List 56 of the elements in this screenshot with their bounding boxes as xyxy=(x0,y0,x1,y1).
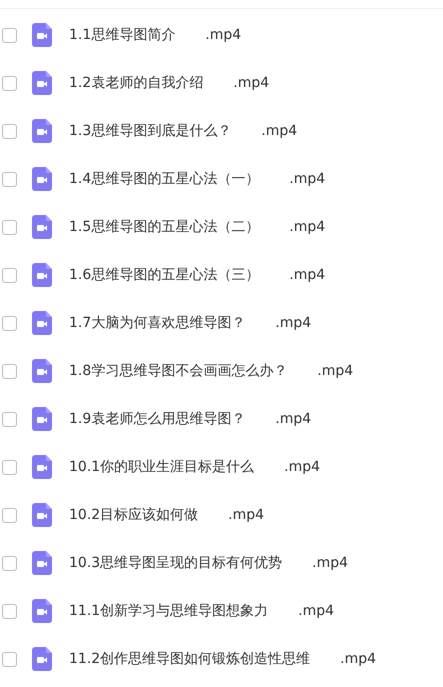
file-name[interactable]: 1.4思维导图的五星心法（一） xyxy=(69,170,260,188)
file-name[interactable]: 1.3思维导图到底是什么？ xyxy=(69,122,232,140)
file-extension[interactable]: .mp4 xyxy=(340,651,376,667)
video-file-icon xyxy=(32,215,52,239)
file-extension[interactable]: .mp4 xyxy=(284,459,320,475)
file-name[interactable]: 10.3思维导图呈现的目标有何优势 xyxy=(69,554,282,572)
checkbox[interactable] xyxy=(2,316,17,330)
file-extension[interactable]: .mp4 xyxy=(289,171,326,187)
file-extension[interactable]: .mp4 xyxy=(261,123,298,139)
file-name[interactable]: 1.5思维导图的五星心法（二） xyxy=(69,218,260,236)
file-extension[interactable]: .mp4 xyxy=(289,267,326,283)
file-name[interactable]: 1.1思维导图简介 xyxy=(69,26,176,44)
checkbox[interactable] xyxy=(2,604,17,618)
file-name[interactable]: 1.9袁老师怎么用思维导图？ xyxy=(69,410,246,428)
video-file-icon xyxy=(32,599,52,623)
video-file-icon xyxy=(32,503,52,527)
file-extension[interactable]: .mp4 xyxy=(275,411,312,427)
video-file-icon xyxy=(32,359,52,383)
file-name[interactable]: 1.8学习思维导图不会画画怎么办？ xyxy=(69,362,288,380)
file-name[interactable]: 1.6思维导图的五星心法（三） xyxy=(69,266,260,284)
file-extension[interactable]: .mp4 xyxy=(205,27,242,43)
checkbox[interactable] xyxy=(2,220,17,234)
checkbox[interactable] xyxy=(2,124,17,138)
video-file-icon xyxy=(32,407,52,431)
file-extension[interactable]: .mp4 xyxy=(298,603,334,619)
video-file-icon xyxy=(32,311,52,335)
file-name[interactable]: 11.2创作思维导图如何锻炼创造性思维 xyxy=(69,650,310,668)
file-extension[interactable]: .mp4 xyxy=(275,315,312,331)
checkbox[interactable] xyxy=(2,652,17,666)
video-file-icon xyxy=(32,167,52,191)
file-name[interactable]: 10.1你的职业生涯目标是什么 xyxy=(69,458,254,476)
checkbox[interactable] xyxy=(2,556,17,570)
video-file-icon xyxy=(32,551,52,575)
video-file-icon xyxy=(32,263,52,287)
checkbox[interactable] xyxy=(2,76,17,90)
checkbox[interactable] xyxy=(2,508,17,522)
checkbox[interactable] xyxy=(2,412,17,426)
file-extension[interactable]: .mp4 xyxy=(228,507,264,523)
file-extension[interactable]: .mp4 xyxy=(317,363,354,379)
file-extension[interactable]: .mp4 xyxy=(233,75,270,91)
video-file-icon xyxy=(32,71,52,95)
video-file-icon xyxy=(32,23,52,47)
checkbox[interactable] xyxy=(2,364,17,378)
file-extension[interactable]: .mp4 xyxy=(289,219,326,235)
video-file-icon xyxy=(32,119,52,143)
file-extension[interactable]: .mp4 xyxy=(312,555,348,571)
file-name[interactable]: 1.7大脑为何喜欢思维导图？ xyxy=(69,314,246,332)
checkbox[interactable] xyxy=(2,172,17,186)
file-name[interactable]: 10.2目标应该如何做 xyxy=(69,506,198,524)
checkbox[interactable] xyxy=(2,28,17,42)
checkbox[interactable] xyxy=(2,268,17,282)
video-file-icon xyxy=(32,455,52,479)
checkbox[interactable] xyxy=(2,460,17,474)
file-name[interactable]: 1.2袁老师的自我介绍 xyxy=(69,74,204,92)
file-name[interactable]: 11.1创新学习与思维导图想象力 xyxy=(69,602,268,620)
video-file-icon xyxy=(32,647,52,671)
